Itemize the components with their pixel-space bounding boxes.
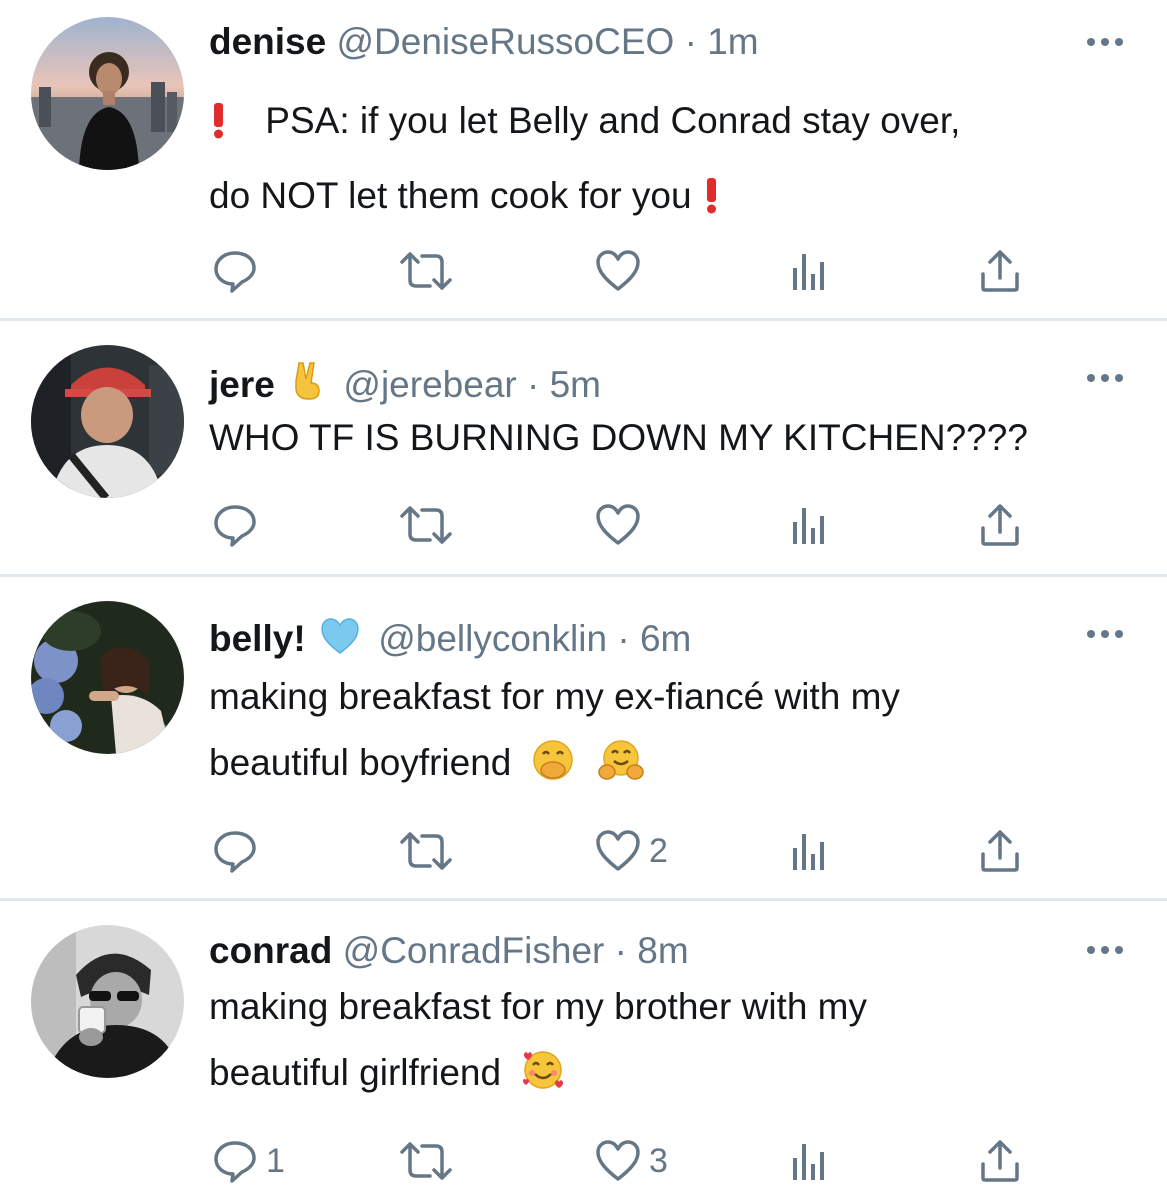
timestamp[interactable]: 1m bbox=[707, 21, 758, 62]
like-count: 2 bbox=[649, 831, 668, 870]
heart-icon bbox=[596, 1140, 640, 1181]
tweet-header: belly! @bellyconklin · 6m bbox=[209, 617, 691, 665]
retweet-button[interactable] bbox=[398, 500, 454, 550]
avatar[interactable] bbox=[31, 925, 184, 1078]
tweet-actions: 1 3 bbox=[0, 1136, 1167, 1186]
reply-count: 1 bbox=[266, 1141, 285, 1180]
heart-icon bbox=[596, 504, 640, 545]
analytics-button[interactable] bbox=[790, 826, 830, 876]
tweet-text-line: WHO TF IS BURNING DOWN MY KITCHEN???? bbox=[209, 417, 1028, 458]
retweet-button[interactable] bbox=[398, 826, 454, 876]
share-icon bbox=[981, 1140, 1019, 1182]
tweet-text: PSA: if you let Belly and Conrad stay ov… bbox=[209, 86, 960, 236]
more-options-icon[interactable] bbox=[1087, 38, 1123, 48]
retweet-icon bbox=[400, 506, 452, 544]
tweet-header: conrad @ConradFisher · 8m bbox=[209, 929, 689, 973]
like-button[interactable] bbox=[595, 500, 641, 550]
tweet-text: making breakfast for my brother with my … bbox=[209, 974, 867, 1112]
tweet[interactable]: denise @DeniseRussoCEO · 1m PSA: if you … bbox=[0, 0, 1167, 318]
tweet-actions bbox=[0, 500, 1167, 550]
analytics-icon bbox=[793, 834, 824, 870]
timestamp[interactable]: 6m bbox=[640, 618, 691, 659]
share-icon bbox=[981, 250, 1019, 292]
exclamation-icon bbox=[702, 167, 722, 236]
tweet-header: denise @DeniseRussoCEO · 1m bbox=[209, 20, 759, 64]
user-handle[interactable]: @DeniseRussoCEO bbox=[337, 21, 675, 62]
tweet-text-line: beautiful boyfriend bbox=[209, 742, 512, 783]
tweet-text: making breakfast for my ex-fiancé with m… bbox=[209, 664, 900, 802]
tweet-actions bbox=[0, 246, 1167, 296]
tweet-text-line: PSA: if you let Belly and Conrad stay ov… bbox=[265, 100, 961, 141]
retweet-button[interactable] bbox=[398, 1136, 454, 1186]
analytics-icon bbox=[793, 508, 824, 544]
light-blue-heart-icon bbox=[320, 617, 360, 665]
share-icon bbox=[981, 830, 1019, 872]
reply-button[interactable] bbox=[212, 826, 258, 876]
analytics-icon bbox=[793, 1144, 824, 1180]
display-name[interactable]: denise bbox=[209, 21, 326, 62]
user-handle[interactable]: @ConradFisher bbox=[343, 930, 605, 971]
separator-dot: · bbox=[527, 364, 540, 405]
timestamp[interactable]: 5m bbox=[550, 364, 601, 405]
display-name[interactable]: jere bbox=[209, 364, 275, 405]
retweet-icon bbox=[400, 832, 452, 870]
analytics-button[interactable] bbox=[790, 500, 830, 550]
reply-icon bbox=[214, 831, 256, 873]
tweet-text-line: beautiful girlfriend bbox=[209, 1052, 502, 1093]
tweet-actions: 2 bbox=[0, 826, 1167, 876]
reply-icon bbox=[214, 251, 256, 293]
user-handle[interactable]: @bellyconklin bbox=[378, 618, 607, 659]
tweet[interactable]: belly! @bellyconklin · 6m making breakfa… bbox=[0, 577, 1167, 898]
tweet[interactable]: jere @jerebear · 5m WHO TF IS BURNING DO… bbox=[0, 321, 1167, 574]
separator-dot: · bbox=[614, 930, 627, 971]
share-button[interactable] bbox=[978, 500, 1022, 550]
user-handle[interactable]: @jerebear bbox=[343, 364, 516, 405]
analytics-button[interactable] bbox=[790, 246, 830, 296]
tweet-text-line: making breakfast for my ex-fiancé with m… bbox=[209, 676, 900, 717]
analytics-button[interactable] bbox=[790, 1136, 830, 1186]
victory-hand-icon bbox=[289, 361, 325, 411]
reply-button[interactable] bbox=[212, 500, 258, 550]
tweet-text: WHO TF IS BURNING DOWN MY KITCHEN???? bbox=[209, 414, 1028, 462]
exclamation-icon bbox=[209, 92, 229, 161]
tweet[interactable]: conrad @ConradFisher · 8m making breakfa… bbox=[0, 901, 1167, 1200]
avatar[interactable] bbox=[31, 345, 184, 498]
display-name[interactable]: belly! bbox=[209, 618, 306, 659]
retweet-button[interactable] bbox=[398, 246, 454, 296]
smiling-face-with-hearts-icon bbox=[521, 1046, 565, 1112]
heart-icon bbox=[596, 250, 640, 291]
tweet-feed: denise @DeniseRussoCEO · 1m PSA: if you … bbox=[0, 0, 1167, 1200]
reply-button[interactable] bbox=[212, 246, 258, 296]
like-button[interactable]: 2 bbox=[595, 826, 668, 876]
reply-button[interactable]: 1 bbox=[212, 1136, 285, 1186]
reply-icon bbox=[214, 505, 256, 547]
heart-icon bbox=[596, 830, 640, 871]
face-with-hand-over-mouth-icon bbox=[532, 736, 574, 802]
share-button[interactable] bbox=[978, 1136, 1022, 1186]
share-button[interactable] bbox=[978, 826, 1022, 876]
like-button[interactable] bbox=[595, 246, 641, 296]
more-options-icon[interactable] bbox=[1087, 374, 1123, 384]
analytics-icon bbox=[793, 254, 824, 290]
display-name[interactable]: conrad bbox=[209, 930, 332, 971]
tweet-text-line: making breakfast for my brother with my bbox=[209, 986, 867, 1027]
avatar[interactable] bbox=[31, 601, 184, 754]
reply-icon bbox=[214, 1141, 256, 1183]
share-icon bbox=[981, 504, 1019, 546]
more-options-icon[interactable] bbox=[1087, 630, 1123, 640]
separator-dot: · bbox=[617, 618, 630, 659]
avatar[interactable] bbox=[31, 17, 184, 170]
timestamp[interactable]: 8m bbox=[637, 930, 688, 971]
tweet-header: jere @jerebear · 5m bbox=[209, 361, 601, 411]
separator-dot: · bbox=[684, 21, 697, 62]
hugging-face-icon bbox=[598, 736, 644, 802]
retweet-icon bbox=[400, 1142, 452, 1180]
like-button[interactable]: 3 bbox=[595, 1136, 668, 1186]
tweet-text-line: do NOT let them cook for you bbox=[209, 175, 692, 216]
retweet-icon bbox=[400, 252, 452, 290]
like-count: 3 bbox=[649, 1141, 668, 1180]
more-options-icon[interactable] bbox=[1087, 946, 1123, 956]
share-button[interactable] bbox=[978, 246, 1022, 296]
